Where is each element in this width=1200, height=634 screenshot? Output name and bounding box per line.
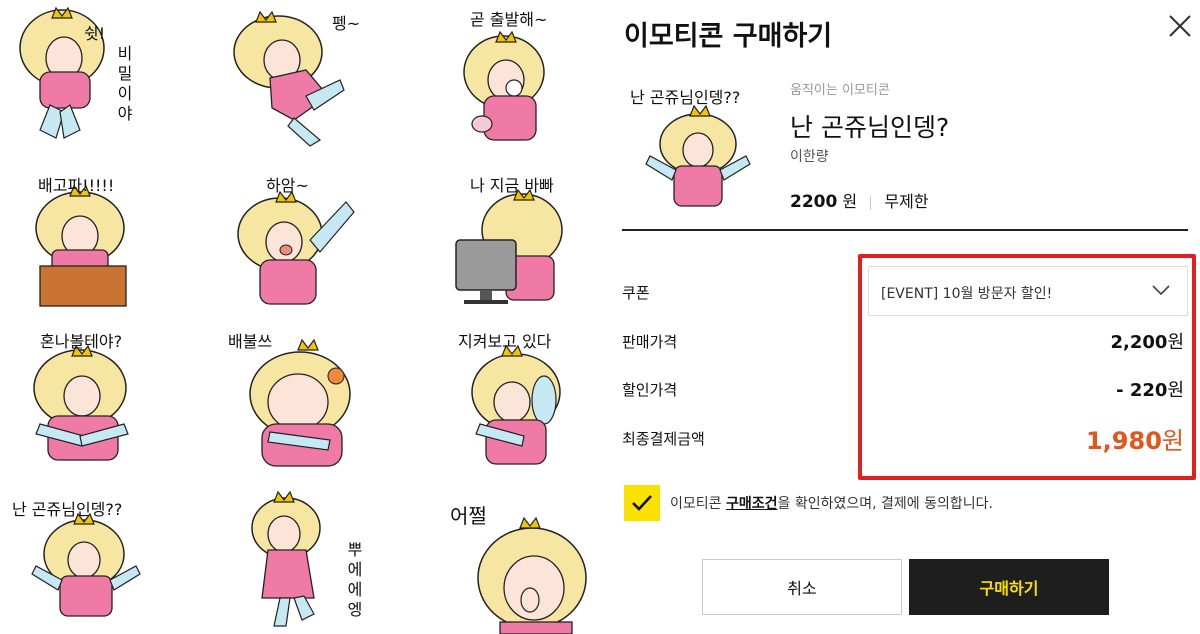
check-icon — [632, 495, 652, 511]
cancel-button[interactable]: 취소 — [702, 559, 902, 615]
sticker-vertical-caption: 비밀이야 — [117, 44, 133, 123]
sticker-caption: 배고파!!!!! — [38, 176, 115, 195]
section-divider — [622, 229, 1188, 231]
sticker-item: 뿌에에엥 — [210, 480, 410, 634]
sticker-item: 난 곤쥬님인뎅?? — [0, 480, 200, 634]
purchase-dialog: 이모티콘 구매하기 난 곤쥬님인뎅?? 움직이는 이모티콘 난 곤쥬님인뎅? 이… — [600, 0, 1200, 634]
product-price: 2200 — [790, 192, 838, 212]
buy-button[interactable]: 구매하기 — [909, 559, 1109, 615]
usage-period: 무제한 — [884, 192, 929, 211]
sticker-item: 배고파!!!!! — [0, 160, 200, 320]
sticker-caption: 쉿! — [84, 24, 106, 43]
sticker-vertical-caption: 뿌에에엥 — [347, 540, 363, 619]
sticker-item: 하암~ — [210, 160, 410, 320]
sticker-caption: 난 곤쥬님인뎅?? — [12, 500, 123, 519]
sticker-caption: 펭~ — [332, 14, 361, 33]
sticker-caption: 곧 출발해~ — [470, 10, 548, 29]
coupon-label: 쿠폰 — [622, 284, 650, 302]
highlight-box — [858, 254, 1196, 480]
sticker-caption: 나 지금 바빠 — [470, 176, 554, 195]
sticker-princess-crying — [251, 490, 321, 627]
product-type: 움직이는 이모티콘 — [790, 83, 890, 98]
dialog-title: 이모티콘 구매하기 — [624, 21, 833, 52]
sale-price-label: 판매가격 — [622, 333, 678, 351]
sticker-item: 배불쓰 — [210, 320, 410, 480]
sticker-item: 혼나볼테야? — [0, 320, 200, 480]
sticker-caption: 배불쓰 — [228, 332, 273, 351]
agree-suffix: 을 확인하였으며, 결제에 동의합니다. — [777, 496, 993, 512]
sticker-item: 펭~ — [210, 0, 410, 160]
product-price-unit: 원 — [842, 192, 858, 211]
product-price-row: 2200 원 무제한 — [790, 188, 929, 212]
agree-text: 이모티콘 구매조건을 확인하였으며, 결제에 동의합니다. — [670, 493, 993, 513]
final-amount-label: 최종결제금액 — [622, 430, 705, 448]
product-author: 이한량 — [790, 149, 829, 165]
thumbnail-caption: 난 곤쥬님인뎅?? — [630, 88, 741, 107]
sticker-grid: 쉿! 비밀이야 펭~ 곧 출발해~ 배고파!!!!! 하암~ 나 지금 바빠 혼… — [0, 0, 600, 634]
price-separator — [870, 195, 872, 210]
sticker-item: 쉿! 비밀이야 — [0, 0, 200, 160]
sticker-caption: 하암~ — [266, 176, 309, 195]
discount-label: 할인가격 — [622, 381, 678, 399]
product-name: 난 곤쥬님인뎅? — [790, 113, 950, 142]
purchase-terms-link[interactable]: 구매조건 — [726, 496, 778, 512]
sticker-caption: 혼나볼테야? — [40, 332, 123, 351]
sticker-caption: 어쩔 — [450, 504, 487, 528]
sticker-caption: 지켜보고 있다 — [458, 332, 552, 351]
close-icon[interactable] — [1166, 12, 1194, 40]
agree-prefix: 이모티콘 — [670, 496, 726, 512]
agree-checkbox[interactable] — [624, 485, 660, 521]
